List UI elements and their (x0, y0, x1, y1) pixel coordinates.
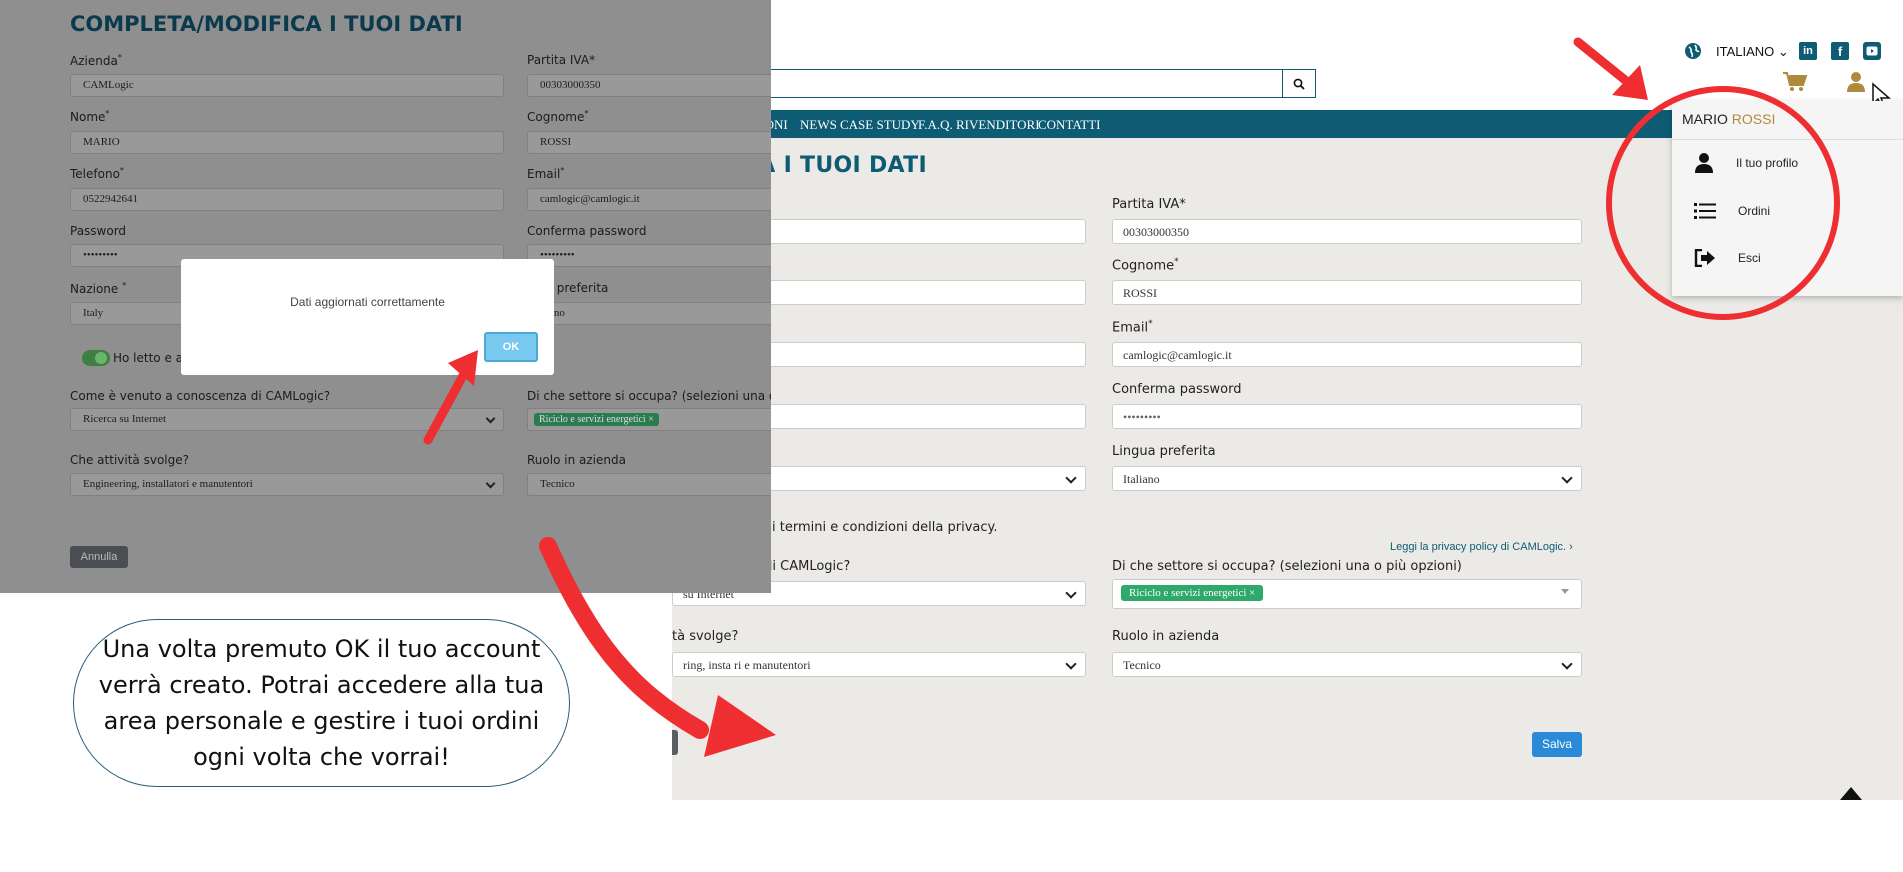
curved-arrow-icon (539, 537, 776, 757)
highlight-circle-icon (1606, 86, 1840, 320)
arrow-to-ok-icon (423, 350, 478, 445)
red-annotations (423, 37, 1840, 757)
arrow-to-menu-icon (1573, 37, 1648, 100)
